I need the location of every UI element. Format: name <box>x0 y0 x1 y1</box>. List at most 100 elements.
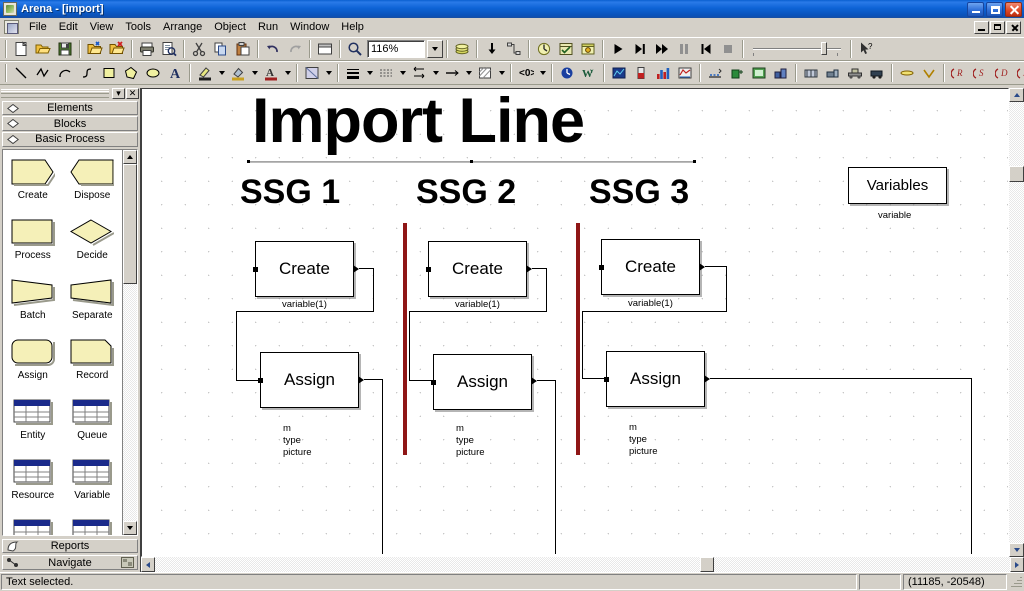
clock-icon[interactable] <box>556 63 578 84</box>
view-split-icon[interactable] <box>314 39 336 60</box>
connector-segment[interactable] <box>546 268 547 312</box>
print-icon[interactable] <box>136 39 158 60</box>
zoom-dropdown-chevron-down-icon[interactable] <box>427 40 443 58</box>
palette-scroll-thumb[interactable] <box>123 163 137 284</box>
zoom-icon[interactable] <box>344 39 366 60</box>
module-separate[interactable]: Separate <box>63 276 123 336</box>
assign-module-3[interactable]: Assign <box>604 351 705 407</box>
module-batch[interactable]: Batch <box>3 276 63 336</box>
canvas-title-text[interactable]: Import Line <box>252 89 585 157</box>
menu-view[interactable]: View <box>84 19 120 35</box>
connector-segment[interactable] <box>726 266 727 311</box>
connector-segment[interactable] <box>582 311 727 312</box>
mdi-restore-button[interactable] <box>990 20 1005 34</box>
palette-scrollbar[interactable] <box>122 149 137 535</box>
help-pointer-icon[interactable]: ? <box>855 39 877 60</box>
canvas-scroll-down-button[interactable] <box>1009 543 1024 557</box>
module-entity[interactable]: Entity <box>3 396 63 456</box>
new-icon[interactable] <box>10 39 32 60</box>
connector-segment[interactable] <box>236 311 237 381</box>
group-heading-ssg1[interactable]: SSG 1 <box>240 173 340 212</box>
module-assign[interactable]: Assign <box>3 336 63 396</box>
detach-template-icon[interactable] <box>106 39 128 60</box>
hatch-chevron-down-icon[interactable] <box>496 63 507 84</box>
curve-icon[interactable] <box>76 63 98 84</box>
create-module-3[interactable]: Create <box>599 239 700 295</box>
connect-icon[interactable] <box>503 39 525 60</box>
line-color-chevron-down-icon[interactable] <box>216 63 227 84</box>
status-icon[interactable] <box>674 63 696 84</box>
connector-segment[interactable] <box>710 378 972 379</box>
fill-color-icon[interactable] <box>227 63 249 84</box>
vehicle-icon[interactable] <box>866 63 888 84</box>
zoom-level-input[interactable]: 116% <box>367 40 425 58</box>
run-speed-slider[interactable] <box>751 39 843 59</box>
menu-run[interactable]: Run <box>252 19 284 35</box>
connector-segment[interactable] <box>537 380 556 381</box>
panel-reports[interactable]: Reports <box>2 538 138 554</box>
distance-icon[interactable] <box>918 63 940 84</box>
palette-scroll-up-button[interactable] <box>123 149 137 164</box>
level-icon[interactable] <box>630 63 652 84</box>
model-canvas[interactable]: Import Line SSG 1 SSG 2 SSG 3 Variables <box>141 88 1009 557</box>
group-heading-ssg3[interactable]: SSG 3 <box>589 173 689 212</box>
connector-segment[interactable] <box>409 311 547 312</box>
canvas-vscroll-track[interactable] <box>1009 102 1024 543</box>
polygon-icon[interactable] <box>120 63 142 84</box>
run-setup-icon[interactable] <box>577 39 599 60</box>
panel-navigate[interactable]: Navigate <box>2 555 138 571</box>
line-width-icon[interactable] <box>342 63 364 84</box>
palette-scroll-track[interactable] <box>123 163 137 521</box>
copy-icon[interactable] <box>210 39 232 60</box>
connector-segment[interactable] <box>382 379 383 554</box>
panel-basic-process[interactable]: Basic Process <box>2 132 138 147</box>
panel-elements[interactable]: Elements <box>2 100 138 116</box>
fill-color-chevron-down-icon[interactable] <box>249 63 260 84</box>
canvas-hscroll-thumb[interactable] <box>700 557 714 572</box>
close-button[interactable] <box>1005 1 1022 17</box>
panel-blocks[interactable]: Blocks <box>2 116 138 132</box>
module-schedule[interactable]: Schedule <box>3 516 63 535</box>
pattern-icon[interactable]: <0> <box>515 63 537 84</box>
start-over-icon[interactable] <box>695 39 717 60</box>
end-icon[interactable] <box>717 39 739 60</box>
project-bar-minimize-button[interactable]: ▾ <box>112 88 125 100</box>
menu-tools[interactable]: Tools <box>119 19 157 35</box>
resource-picture-icon[interactable]: R <box>948 63 970 84</box>
module-resource[interactable]: Resource <box>3 456 63 516</box>
group-divider-line[interactable] <box>403 223 407 455</box>
pattern-chevron-down-icon[interactable] <box>537 63 548 84</box>
menu-help[interactable]: Help <box>335 19 370 35</box>
check-model-icon[interactable] <box>555 39 577 60</box>
window-color-chevron-down-icon[interactable] <box>323 63 334 84</box>
line-color-icon[interactable] <box>194 63 216 84</box>
connector-segment[interactable] <box>582 311 583 379</box>
text-color-icon[interactable]: A <box>260 63 282 84</box>
open-icon[interactable] <box>32 39 54 60</box>
minimize-button[interactable] <box>967 1 984 17</box>
create-module-2[interactable]: Create <box>426 241 527 297</box>
save-icon[interactable] <box>54 39 76 60</box>
hatch-icon[interactable] <box>474 63 496 84</box>
menu-edit[interactable]: Edit <box>53 19 84 35</box>
segment-icon[interactable] <box>896 63 918 84</box>
line-style-chevron-down-icon[interactable] <box>397 63 408 84</box>
canvas-scroll-up-button[interactable] <box>1009 88 1024 102</box>
canvas-scroll-left-button[interactable] <box>141 557 155 572</box>
conveyor-icon[interactable] <box>844 63 866 84</box>
line-style-icon[interactable] <box>375 63 397 84</box>
connector-segment[interactable] <box>555 380 556 554</box>
box-icon[interactable] <box>98 63 120 84</box>
fast-forward-icon[interactable] <box>651 39 673 60</box>
assign-module-1[interactable]: Assign <box>258 352 359 408</box>
pause-icon[interactable] <box>673 39 695 60</box>
text-color-chevron-down-icon[interactable] <box>282 63 293 84</box>
submodel-icon[interactable] <box>481 39 503 60</box>
group-divider-line[interactable] <box>576 223 580 455</box>
selection-handle[interactable] <box>470 160 473 163</box>
menu-window[interactable]: Window <box>284 19 335 35</box>
global-picture-icon[interactable] <box>748 63 770 84</box>
project-bar-close-icon[interactable]: ✕ <box>126 88 139 100</box>
resource-icon[interactable] <box>726 63 748 84</box>
line-icon[interactable] <box>10 63 32 84</box>
